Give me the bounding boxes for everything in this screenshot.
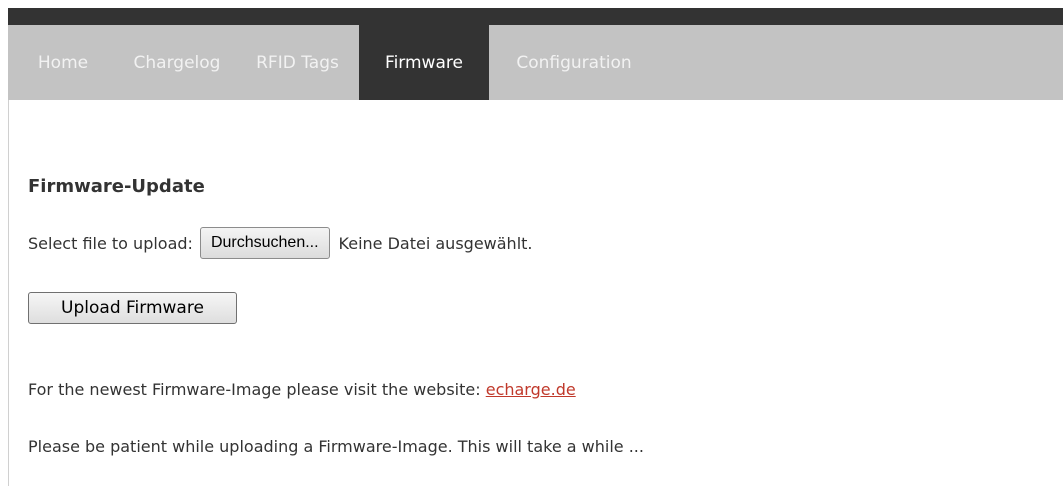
file-select-row: Select file to upload: Durchsuchen... Ke… [28,226,533,260]
top-bar [8,8,1063,25]
patience-notice: Please be patient while uploading a Firm… [28,437,644,456]
browse-button[interactable]: Durchsuchen... [199,227,330,259]
nav-item-configuration[interactable]: Configuration [489,25,659,100]
upload-firmware-button[interactable]: Upload Firmware [28,292,237,324]
file-select-label: Select file to upload: [28,233,193,253]
main-nav: Home Chargelog RFID Tags Firmware Config… [8,25,1063,100]
echarge-link[interactable]: echarge.de [486,380,576,399]
no-file-selected-text: Keine Datei ausgewählt. [338,233,533,253]
info-line: For the newest Firmware-Image please vis… [28,380,576,399]
info-text: For the newest Firmware-Image please vis… [28,380,486,399]
nav-item-home[interactable]: Home [8,25,118,100]
page-title: Firmware-Update [28,176,205,197]
nav-item-firmware[interactable]: Firmware [359,25,489,100]
nav-item-chargelog[interactable]: Chargelog [118,25,236,100]
nav-item-rfid-tags[interactable]: RFID Tags [236,25,359,100]
